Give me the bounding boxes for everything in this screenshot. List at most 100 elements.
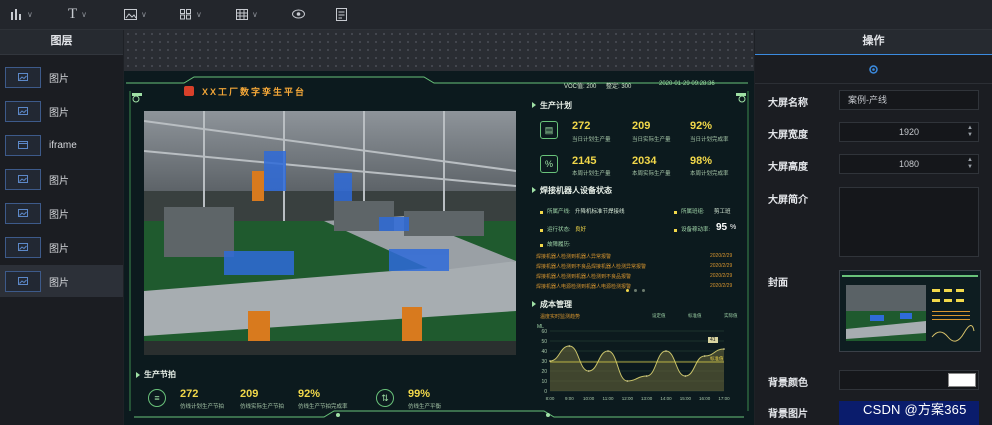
line-value: 升降机标准节焊接线	[575, 209, 625, 215]
x-tick-label: 9:00	[565, 396, 574, 401]
text-icon: T	[68, 5, 78, 22]
image-icon	[124, 8, 137, 20]
screen-name-input[interactable]: 案例-产线	[839, 90, 979, 110]
cover-image	[840, 271, 980, 351]
chevron-down-icon: ∨	[141, 9, 147, 19]
chart-subtitle: 温度实时监测趋势	[540, 314, 581, 320]
screen-width-stepper[interactable]: 1920 ▲ ▼	[839, 122, 979, 142]
layer-item[interactable]: 图片	[0, 197, 123, 229]
layer-label: 图片	[49, 175, 69, 187]
x-tick-label: 14:00	[660, 396, 672, 401]
kpi-value: 209	[632, 120, 651, 132]
x-tick-label: 16:00	[699, 396, 711, 401]
bgcolor-picker[interactable]	[839, 370, 979, 390]
data-point	[607, 350, 609, 352]
x-tick-label: 10:00	[583, 396, 595, 401]
production-plan-title: 生产计划	[540, 101, 572, 110]
voc-status: VOC值: 200	[564, 84, 597, 90]
dashboard-preview[interactable]: XX工厂数字孪生平台 VOC值: 200 整定: 300 2020-01-29 …	[124, 71, 754, 425]
y-tick-label: 50	[541, 339, 547, 345]
bullet-icon	[674, 211, 677, 214]
document-button[interactable]	[336, 6, 347, 22]
table-menu[interactable]: ∨	[236, 6, 258, 22]
rhythm-label: 仿线计划生产节拍	[180, 404, 225, 410]
data-point	[723, 348, 725, 350]
chart-marker-label: 41	[708, 337, 718, 343]
color-swatch-icon[interactable]	[948, 373, 976, 387]
layer-item[interactable]: iframe	[0, 129, 123, 161]
kpi-label: 本周计划生产量	[572, 171, 611, 177]
chart-end-label: 标准值	[710, 356, 724, 361]
fault-date: 2020/2/29	[710, 263, 733, 269]
screen-height-stepper[interactable]: 1080 ▲ ▼	[839, 154, 979, 174]
calendar-icon: ▤	[540, 121, 558, 139]
layer-item-selected[interactable]: 图片	[0, 265, 123, 297]
height-value: 1080	[898, 159, 920, 169]
layer-label: 图片	[49, 277, 69, 289]
kpi-label: 当日实际生产量	[632, 137, 671, 143]
temp-status: 整定: 300	[606, 84, 632, 90]
pager-dot[interactable]	[634, 289, 637, 292]
station-label: 所属班组:	[681, 209, 705, 215]
layer-label: 图片	[49, 73, 69, 85]
x-tick-label: 17:00	[718, 396, 730, 401]
rhythm-value: 92%	[298, 388, 321, 400]
text-menu[interactable]: T ∨	[68, 6, 87, 22]
rhythm-label: 仿线生产节拍完成率	[298, 404, 348, 410]
run-label: 运行状态:	[547, 227, 571, 233]
x-tick-label: 11:00	[603, 396, 614, 401]
y-tick-label: 10	[541, 379, 547, 385]
data-point	[645, 375, 648, 377]
preview-button[interactable]	[292, 6, 305, 22]
data-point	[684, 375, 687, 377]
image-menu[interactable]: ∨	[124, 6, 147, 22]
y-tick-label: 20	[541, 369, 547, 375]
image-icon	[5, 236, 41, 258]
pager-dot[interactable]	[642, 289, 645, 292]
bullet-icon	[674, 229, 677, 232]
pager-dot[interactable]	[626, 289, 629, 292]
bar-chart-icon	[11, 9, 21, 20]
description-textarea[interactable]	[839, 187, 979, 257]
rhythm-value: 99%	[408, 388, 431, 400]
chevron-down-icon: ∨	[196, 9, 202, 19]
cover-thumbnail[interactable]	[839, 270, 981, 352]
x-tick-label: 12:00	[622, 396, 634, 401]
kpi-label: 当日计划生产量	[572, 137, 611, 143]
data-point	[626, 380, 629, 382]
balance-icon: ⇅	[376, 389, 394, 407]
kpi-value: 92%	[690, 120, 713, 132]
layer-panel-title: 图层	[0, 30, 123, 55]
spinner-icon[interactable]: ▲ ▼	[967, 125, 973, 139]
layer-item[interactable]: 图片	[0, 163, 123, 195]
rhythm-value: 209	[240, 388, 259, 400]
kpi-label: 本周计划完成率	[690, 171, 729, 177]
fault-date: 2020/2/29	[710, 283, 733, 289]
settings-tab[interactable]	[755, 55, 992, 84]
layer-item[interactable]: 图片	[0, 61, 123, 93]
layer-item[interactable]: 图片	[0, 95, 123, 127]
bgimage-label: 背景图片	[768, 409, 808, 420]
factory-scene-image	[144, 111, 516, 355]
section-marker-icon	[532, 301, 536, 307]
layer-panel: 图层 图片 图片 iframe 图片 图片 图片 图片	[0, 30, 123, 425]
rhythm-label: 仿线生产平衡	[408, 404, 442, 410]
kpi-value: 272	[572, 120, 591, 132]
layer-item[interactable]: 图片	[0, 231, 123, 263]
y-tick-label: 0	[544, 389, 547, 395]
cover-label: 封面	[768, 278, 788, 289]
layer-label: 图片	[49, 243, 69, 255]
kpi-value: 2145	[572, 155, 597, 167]
chart-menu[interactable]: ∨	[10, 6, 33, 22]
gear-icon	[869, 64, 878, 74]
kpi-value: 2034	[632, 155, 657, 167]
fault-date: 2020/2/29	[710, 273, 733, 279]
components-menu[interactable]: ∨	[180, 6, 202, 22]
chevron-down-icon: ∨	[27, 9, 33, 19]
faults-title: 故障履历:	[547, 242, 571, 248]
kpi-label: 当日计划完成率	[690, 137, 729, 143]
datetime: 2020-01-29 09:28:36	[659, 81, 715, 87]
spinner-icon[interactable]: ▲ ▼	[967, 157, 973, 171]
percent-icon: %	[540, 155, 558, 173]
bullet-icon	[540, 211, 543, 214]
